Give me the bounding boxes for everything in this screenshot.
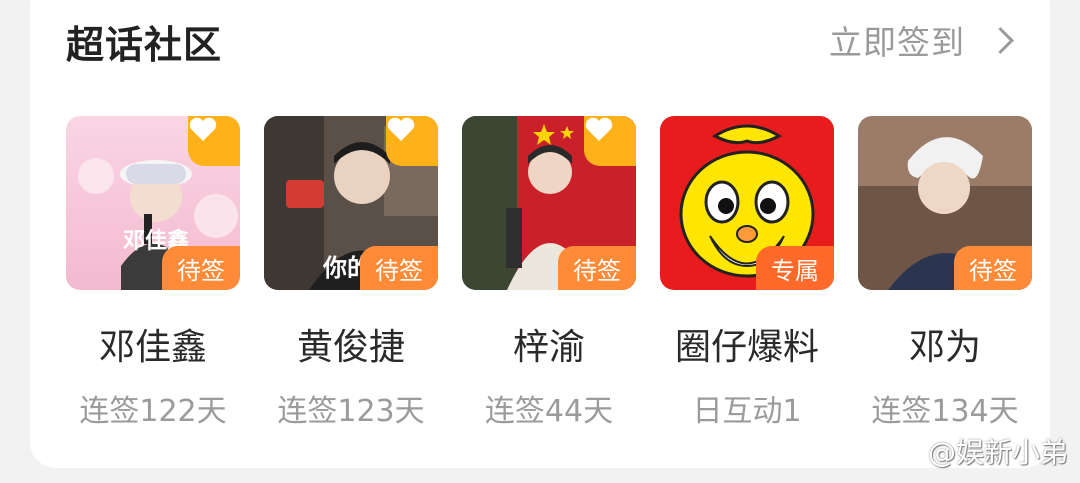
community-tile-3[interactable]: 待签 [462,116,636,290]
community-streak: 连签44天 [484,394,614,429]
community-streak: 连签122天 [79,394,227,429]
community-name[interactable]: 梓渝 [449,318,649,370]
community-name[interactable]: 邓佳鑫 [53,318,253,370]
heart-icon [584,116,636,166]
status-badge: 待签 [954,246,1032,290]
community-streak: 连签123天 [277,394,425,429]
community-streak: 日互动1 [692,394,802,429]
weibo-logo-icon [894,439,924,463]
signin-link[interactable]: 立即签到 [829,16,1016,64]
signin-label: 立即签到 [829,23,965,62]
chevron-right-icon [987,26,1014,54]
status-badge: 待签 [558,246,636,290]
community-name[interactable]: 圈仔爆料 [647,318,847,370]
status-badge: 待签 [162,246,240,290]
community-tile-4[interactable]: 专属 [660,116,834,290]
watermark-text: @娱新小弟 [927,436,1068,469]
heart-icon [386,116,438,166]
community-tile-1[interactable]: 邓佳鑫 待签 [66,116,240,290]
community-tile-2[interactable]: 你的心 待签 [264,116,438,290]
section-title: 超话社区 [66,23,223,67]
community-name[interactable]: 黄俊捷 [251,318,451,370]
community-streak: 连签134天 [871,394,1019,429]
heart-icon [188,116,240,166]
community-tile-5[interactable]: 待签 [858,116,1032,290]
community-name[interactable]: 邓为 [845,318,1045,370]
status-badge: 待签 [360,246,438,290]
watermark: @娱新小弟 [894,431,1068,471]
status-badge: 专属 [756,246,834,290]
